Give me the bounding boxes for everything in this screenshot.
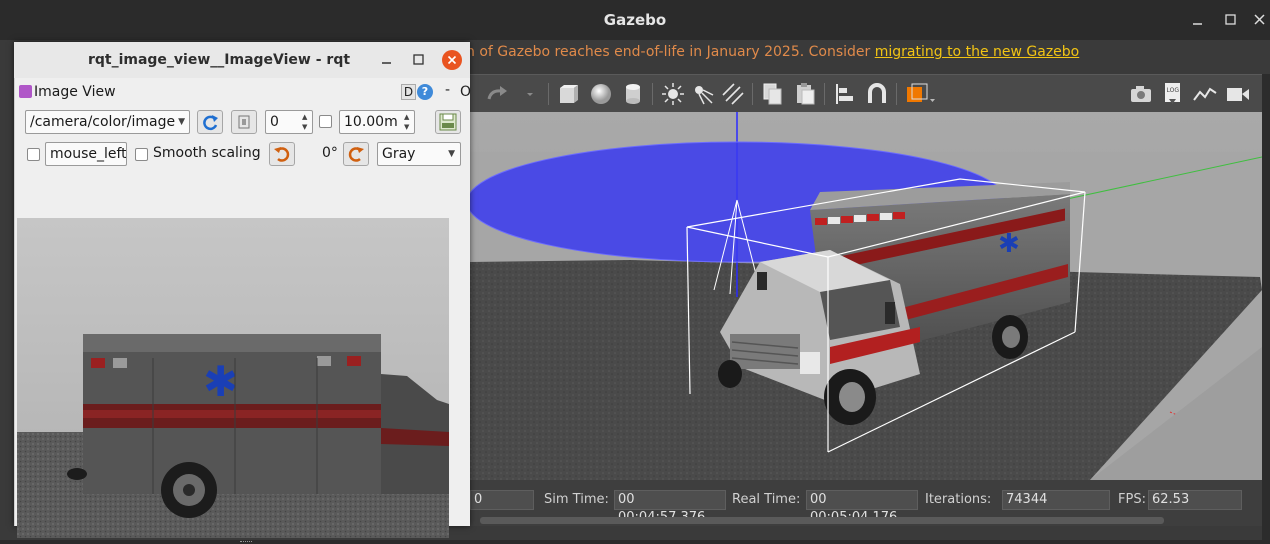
toolbar-separator: [896, 83, 897, 105]
fps-label: FPS:: [1118, 492, 1146, 507]
mouse-topic-input[interactable]: mouse_left: [45, 142, 127, 166]
rotate-left-button[interactable]: [269, 142, 295, 166]
refresh-topics-button[interactable]: [197, 110, 223, 134]
toolbar-separator: [548, 83, 549, 105]
rqt-minimize-icon[interactable]: [378, 51, 396, 69]
color-scheme-value: Gray: [382, 146, 416, 162]
spin-up-icon[interactable]: ▲: [302, 113, 310, 122]
iterations-value: 74344: [1002, 490, 1110, 510]
toolbar-separator: [752, 83, 753, 105]
max-range-value: 10.00m: [344, 114, 398, 130]
banner-text: n of Gazebo reaches end-of-life in Janua…: [466, 44, 875, 60]
chevron-down-icon: ▼: [448, 149, 455, 159]
sphere-shape-icon[interactable]: [588, 81, 614, 107]
plot-icon[interactable]: [1192, 81, 1218, 107]
svg-text:✱: ✱: [203, 357, 238, 406]
plugin-icon: [19, 85, 32, 98]
sim-time-label: Sim Time:: [544, 492, 609, 507]
toolbar-separator: [652, 83, 653, 105]
plugin-minimize-button[interactable]: -: [445, 82, 450, 98]
rqt-window-title: rqt_image_view__ImageView - rqt: [87, 52, 351, 68]
refresh-icon: [203, 115, 218, 131]
save-image-button[interactable]: [435, 110, 461, 134]
redo-icon[interactable]: [484, 81, 510, 107]
close-icon[interactable]: [1250, 10, 1270, 30]
fps-value: 62.53: [1148, 490, 1242, 510]
svg-text:LOG: LOG: [1167, 87, 1180, 94]
color-scheme-select[interactable]: Gray ▼: [377, 142, 461, 166]
screenshot-camera-icon[interactable]: [1128, 81, 1154, 107]
copy-icon[interactable]: [760, 81, 786, 107]
plugin-title: Image View: [34, 84, 116, 100]
spin-down-icon[interactable]: ▼: [302, 123, 310, 132]
rqt-window: rqt_image_view__ImageView - rqt Image Vi…: [14, 42, 471, 542]
camera-render: ✱: [17, 218, 449, 538]
iterations-label: Iterations:: [925, 492, 992, 507]
topic-select[interactable]: /camera/color/image ▼: [25, 110, 190, 134]
help-icon[interactable]: ?: [417, 84, 433, 100]
rotate-left-icon: [274, 147, 290, 162]
rotate-right-icon: [348, 147, 364, 162]
range-up-icon[interactable]: ▲: [404, 113, 412, 122]
zoom-fit-icon: [238, 115, 250, 129]
snap-icon[interactable]: [864, 81, 890, 107]
chevron-down-icon: ▼: [178, 117, 185, 127]
gazebo-toolbar: LOG: [470, 74, 1262, 112]
spin-input[interactable]: 0 ▲ ▼: [265, 110, 313, 134]
real-time-label: Real Time:: [732, 492, 801, 507]
directional-light-icon[interactable]: [720, 81, 746, 107]
rqt-close-icon[interactable]: [442, 50, 462, 70]
mouse-topic-value: mouse_left: [50, 146, 127, 162]
spot-light-icon[interactable]: [690, 81, 716, 107]
plugin-close-button[interactable]: O: [460, 84, 471, 100]
log-icon[interactable]: LOG: [1160, 81, 1186, 107]
smooth-scaling-label: Smooth scaling: [153, 145, 261, 161]
image-view-plugin: Image View D ? - O /camera/color/image ▼…: [14, 78, 471, 542]
box-shape-icon[interactable]: [556, 81, 582, 107]
real-time-value: 00 00:05:04.176: [806, 490, 918, 525]
align-icon[interactable]: [832, 81, 858, 107]
window-edge: [1262, 74, 1270, 540]
spin-value: 0: [270, 114, 279, 130]
point-light-icon[interactable]: [660, 81, 686, 107]
sim-time-value: 00 00:04:57.376: [614, 490, 726, 525]
video-record-icon[interactable]: [1224, 81, 1250, 107]
gazebo-titlebar[interactable]: Gazebo: [0, 0, 1270, 40]
deprecation-banner: n of Gazebo reaches end-of-life in Janua…: [464, 40, 1270, 72]
migration-link[interactable]: migrating to the new Gazebo: [875, 44, 1080, 60]
topic-select-value: /camera/color/image: [30, 114, 176, 130]
max-range-input[interactable]: 10.00m ▲ ▼: [339, 110, 415, 134]
cylinder-shape-icon[interactable]: [620, 81, 646, 107]
zoom-fit-button[interactable]: [231, 110, 257, 134]
rotate-right-button[interactable]: [343, 142, 369, 166]
dock-button[interactable]: D: [401, 84, 416, 100]
toolbar-separator: [824, 83, 825, 105]
minimize-icon[interactable]: [1188, 10, 1208, 30]
scene-viewport[interactable]: ✱: [470, 112, 1262, 480]
rqt-titlebar[interactable]: rqt_image_view__ImageView - rqt: [14, 42, 470, 78]
dynamic-range-checkbox[interactable]: [319, 115, 332, 128]
scene-render: ✱: [470, 112, 1262, 480]
status-partial-field: 0: [470, 490, 534, 510]
gazebo-statusbar: 0 Sim Time: 00 00:04:57.376 Real Time: 0…: [470, 480, 1262, 526]
horizontal-scrollbar[interactable]: [480, 517, 1164, 524]
redo-dropdown-icon[interactable]: [520, 81, 546, 107]
smooth-scaling-checkbox[interactable]: [135, 148, 148, 161]
svg-text:✱: ✱: [998, 229, 1020, 259]
paste-icon[interactable]: [792, 81, 818, 107]
maximize-icon[interactable]: [1221, 10, 1241, 30]
view-angle-icon[interactable]: [904, 81, 935, 107]
save-image-icon: [439, 113, 457, 131]
camera-image[interactable]: ✱: [17, 218, 449, 538]
range-down-icon[interactable]: ▼: [404, 123, 412, 132]
rqt-maximize-icon[interactable]: [410, 51, 428, 69]
mouse-publish-checkbox[interactable]: [27, 148, 40, 161]
plugin-header: Image View D ? - O: [17, 82, 471, 102]
rotation-label: 0°: [322, 145, 338, 161]
gazebo-window-title: Gazebo: [603, 11, 667, 29]
